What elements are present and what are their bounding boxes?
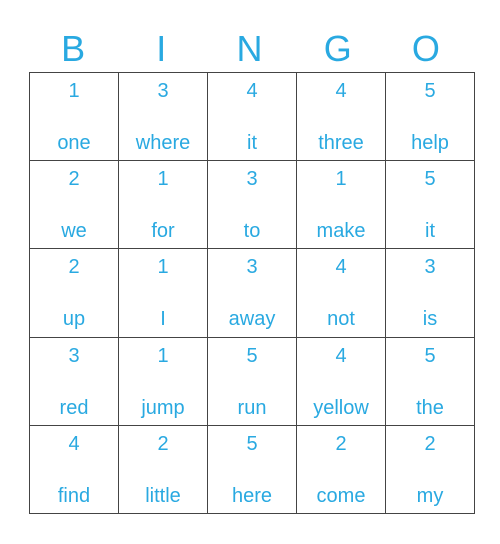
bingo-cell[interactable]: 4 it (207, 71, 297, 162)
cell-word: my (416, 484, 444, 507)
cell-word: the (416, 396, 444, 419)
bingo-cell[interactable]: 1 jump (118, 336, 208, 426)
cell-word: run (237, 396, 267, 419)
bingo-cell[interactable]: 3 where (118, 71, 208, 162)
bingo-cell[interactable]: 2 my (385, 424, 475, 515)
bingo-cell[interactable]: 5 run (207, 336, 297, 426)
cell-number: 1 (157, 168, 169, 191)
cell-number: 1 (157, 256, 169, 279)
cell-number: 3 (246, 168, 258, 191)
cell-word: it (247, 132, 257, 154)
cell-number: 2 (157, 432, 169, 455)
cell-word: we (61, 220, 87, 243)
cell-word: find (57, 484, 91, 507)
cell-word: where (135, 132, 191, 154)
bingo-row: 4 find 2 little 5 here 2 come 2 my (29, 424, 475, 515)
cell-word: up (62, 308, 86, 331)
cell-number: 2 (68, 168, 80, 191)
cell-number: 5 (246, 344, 258, 367)
cell-number: 4 (68, 432, 80, 455)
bingo-cell[interactable]: 4 not (296, 248, 386, 338)
cell-number: 4 (335, 80, 347, 102)
cell-number: 1 (157, 344, 169, 367)
cell-number: 1 (335, 168, 347, 191)
cell-number: 2 (424, 432, 436, 455)
cell-number: 3 (157, 80, 169, 102)
cell-word: I (160, 308, 166, 331)
cell-number: 4 (246, 80, 258, 102)
cell-word: for (151, 220, 175, 243)
bingo-cell[interactable]: 2 up (29, 248, 119, 338)
header-letter-o: O (411, 28, 440, 69)
bingo-cell[interactable]: 2 come (296, 424, 386, 515)
bingo-header: B I N G O (29, 26, 470, 72)
header-letter-g: G (323, 28, 352, 69)
cell-word: away (228, 308, 276, 331)
bingo-cell[interactable]: 5 it (385, 160, 475, 250)
bingo-cell[interactable]: 2 we (29, 160, 119, 250)
cell-word: red (59, 396, 89, 419)
cell-number: 1 (68, 80, 80, 102)
bingo-cell[interactable]: 1 for (118, 160, 208, 250)
cell-number: 5 (424, 80, 436, 102)
header-letter-n: N (236, 28, 263, 69)
bingo-cell[interactable]: 3 is (385, 248, 475, 338)
cell-number: 5 (424, 344, 436, 367)
cell-word: jump (141, 396, 185, 419)
bingo-cell[interactable]: 5 here (207, 424, 297, 515)
cell-number: 3 (424, 256, 436, 279)
bingo-row: 2 up 1 I 3 away 4 not 3 is (29, 248, 475, 338)
cell-number: 5 (246, 432, 258, 455)
bingo-cell[interactable]: 3 away (207, 248, 297, 338)
bingo-cell[interactable]: 4 three (296, 71, 386, 162)
bingo-cell[interactable]: 4 find (29, 424, 119, 515)
bingo-cell[interactable]: 5 the (385, 336, 475, 426)
cell-word: yellow (313, 396, 369, 419)
bingo-row: 1 one 3 where 4 it 4 three 5 help (29, 71, 475, 162)
header-letter-i: I (156, 28, 167, 69)
cell-number: 5 (424, 168, 436, 191)
cell-word: is (422, 308, 438, 331)
bingo-card: 1 one 3 where 4 it 4 three 5 help 2 we 1 for 3 to 1 make 5… (29, 71, 475, 515)
bingo-cell[interactable]: 4 yellow (296, 336, 386, 426)
cell-word: make (316, 220, 366, 243)
cell-word: here (231, 484, 273, 507)
cell-word: little (145, 484, 181, 507)
bingo-row: 3 red 1 jump 5 run 4 yellow 5 the (29, 336, 475, 426)
cell-number: 2 (335, 432, 347, 455)
cell-word: to (243, 220, 261, 243)
cell-word: it (425, 220, 435, 243)
cell-word: help (411, 132, 449, 154)
cell-number: 3 (246, 256, 258, 279)
cell-word: come (316, 484, 366, 507)
cell-word: three (318, 132, 364, 154)
bingo-cell[interactable]: 5 help (385, 71, 475, 162)
bingo-cell[interactable]: 1I (118, 248, 208, 338)
bingo-row: 2 we 1 for 3 to 1 make 5 it (29, 160, 475, 250)
cell-number: 3 (68, 344, 80, 367)
cell-word: one (57, 132, 91, 154)
bingo-cell[interactable]: 2 little (118, 424, 208, 515)
cell-number: 4 (335, 256, 347, 279)
bingo-cell[interactable]: 3 red (29, 336, 119, 426)
cell-number: 4 (335, 344, 347, 367)
bingo-cell[interactable]: 1 one (29, 71, 119, 162)
header-letter-b: B (61, 28, 86, 69)
bingo-cell[interactable]: 1 make (296, 160, 386, 250)
bingo-cell[interactable]: 3 to (207, 160, 297, 250)
cell-number: 2 (68, 256, 80, 279)
cell-word: not (327, 308, 355, 331)
